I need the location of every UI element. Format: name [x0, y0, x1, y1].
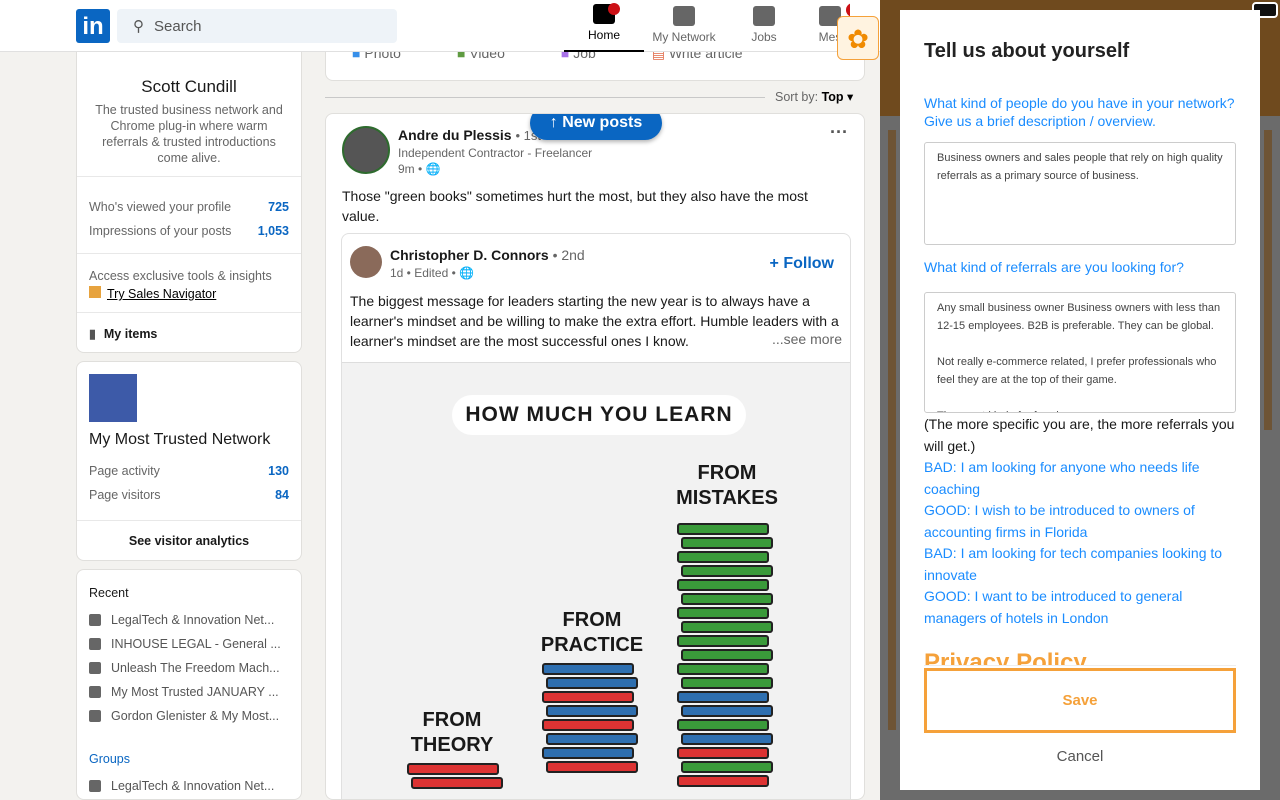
book — [411, 777, 503, 789]
book — [681, 761, 773, 773]
book — [542, 663, 634, 675]
search-input[interactable]: ⚲ Search — [117, 9, 397, 43]
network-description-textarea[interactable]: Business owners and sales people that re… — [924, 142, 1236, 245]
page-card: My Most Trusted Network Page activity 130… — [76, 361, 302, 561]
message-badge: 2 — [846, 3, 850, 17]
book — [542, 691, 634, 703]
my-items-link[interactable]: ▮ My items — [77, 312, 301, 354]
book — [681, 621, 773, 633]
book — [681, 733, 773, 745]
divider — [325, 97, 765, 98]
book — [407, 763, 499, 775]
feed-post: Andre du Plessis • 1st Independent Contr… — [325, 113, 865, 800]
search-icon: ⚲ — [133, 18, 144, 35]
book — [542, 747, 634, 759]
post-text: Those "green books" sometimes hurt the m… — [342, 188, 808, 224]
follow-button[interactable]: + Follow — [770, 255, 834, 273]
referral-hints: (The more specific you are, the more ref… — [924, 416, 1235, 626]
tell-us-modal: Tell us about yourself What kind of peop… — [900, 10, 1260, 790]
linkedin-logo-icon[interactable]: in — [76, 9, 110, 43]
save-button[interactable]: Save — [924, 668, 1236, 733]
book — [546, 733, 638, 745]
profile-name[interactable]: Scott Cundill — [77, 77, 301, 97]
stat-page-activity[interactable]: Page activity 130 — [77, 464, 301, 488]
recent-item[interactable]: INHOUSE LEGAL - General ... — [77, 632, 301, 656]
top-nav: in ⚲Search Home My Network Jobs Mes2 ✿ — [0, 0, 880, 60]
book — [681, 565, 773, 577]
recent-card: Recent LegalTech & Innovation Net... INH… — [76, 569, 302, 800]
network-icon — [673, 6, 695, 26]
book — [677, 663, 769, 675]
question-network: What kind of people do you have in your … — [924, 95, 1235, 129]
page-name[interactable]: My Most Trusted Network — [89, 431, 270, 449]
book — [677, 691, 769, 703]
profile-tagline: The trusted business network and Chrome … — [95, 103, 283, 165]
author-name[interactable]: Andre du Plessis — [398, 127, 512, 143]
referrals-textarea[interactable]: Any small business owner Business owners… — [924, 292, 1236, 413]
book — [681, 537, 773, 549]
book — [546, 677, 638, 689]
book — [677, 607, 769, 619]
more-options-icon[interactable]: ··· — [830, 122, 848, 143]
book — [542, 719, 634, 731]
book — [681, 677, 773, 689]
stat-profile-views[interactable]: Who's viewed your profile 725 — [77, 200, 301, 224]
page-logo-icon[interactable] — [89, 374, 137, 422]
nav-jobs[interactable]: Jobs — [740, 0, 788, 52]
stat-post-impressions[interactable]: Impressions of your posts 1,053 — [77, 224, 301, 248]
privacy-policy-heading[interactable]: Privacy Policy — [924, 649, 1236, 665]
book — [546, 761, 638, 773]
sort-dropdown[interactable]: Sort by: Top ▾ — [775, 89, 853, 104]
try-sales-navigator-link[interactable]: Try Sales Navigator — [89, 286, 289, 301]
extension-phoenix-icon[interactable]: ✿ — [837, 16, 879, 60]
recent-item[interactable]: LegalTech & Innovation Net... — [77, 608, 301, 632]
nav-home[interactable]: Home — [564, 0, 644, 52]
globe-icon: 🌐 — [459, 266, 475, 280]
author-avatar[interactable] — [342, 126, 390, 174]
globe-icon: 🌐 — [425, 162, 441, 176]
book — [677, 579, 769, 591]
bookmark-icon: ▮ — [89, 327, 96, 341]
stat-page-visitors[interactable]: Page visitors 84 — [77, 488, 301, 512]
nav-my-network[interactable]: My Network — [648, 0, 720, 52]
cancel-button[interactable]: Cancel — [900, 748, 1260, 765]
notification-dot — [608, 3, 620, 15]
book — [546, 705, 638, 717]
shared-post: Christopher D. Connors • 2nd 1d • Edited… — [341, 233, 851, 799]
shared-author-avatar[interactable] — [350, 246, 382, 278]
book — [681, 705, 773, 717]
book — [677, 747, 769, 759]
book — [677, 523, 769, 535]
book — [677, 551, 769, 563]
group-item[interactable]: LegalTech & Innovation Net... — [77, 774, 301, 798]
recent-item[interactable]: Gordon Glenister & My Most... — [77, 704, 301, 728]
new-posts-button[interactable]: ↑ New posts — [530, 114, 662, 140]
shared-author-name[interactable]: Christopher D. Connors — [390, 247, 549, 263]
book — [681, 593, 773, 605]
modal-title: Tell us about yourself — [924, 40, 1130, 62]
book — [677, 635, 769, 647]
book — [677, 719, 769, 731]
profile-card: Scott Cundill The trusted business netwo… — [76, 40, 302, 353]
book — [677, 775, 769, 787]
post-image[interactable]: HOW MUCH YOU LEARN FROM THEORY FROM PRAC… — [342, 362, 850, 799]
book — [681, 649, 773, 661]
see-more-link[interactable]: ...see more — [759, 331, 842, 347]
briefcase-icon — [753, 6, 775, 26]
see-visitor-analytics[interactable]: See visitor analytics — [77, 520, 301, 548]
recent-item[interactable]: My Most Trusted JANUARY ... — [77, 680, 301, 704]
groups-link[interactable]: Groups — [77, 752, 301, 766]
question-referrals: What kind of referrals are you looking f… — [924, 259, 1184, 275]
recent-item[interactable]: Unleash The Freedom Mach... — [77, 656, 301, 680]
